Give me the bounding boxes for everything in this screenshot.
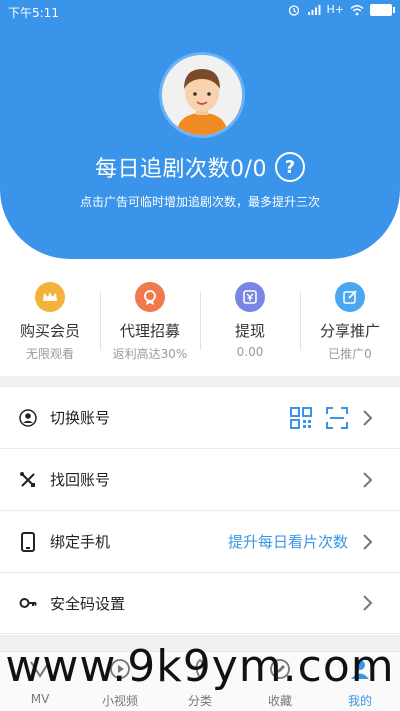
edit-icon: [335, 282, 365, 312]
profile-header: 每日追剧次数0/0 ? 点击广告可临时增加追剧次数，最多提升三次: [0, 24, 400, 259]
tools-icon: [18, 470, 38, 490]
status-icons: H+: [287, 3, 395, 16]
chevron-right-icon: [363, 533, 373, 550]
qr-code-icon[interactable]: [290, 406, 312, 429]
daily-count-subtitle: 点击广告可临时增加追剧次数，最多提升三次: [79, 195, 320, 209]
stat-buy-vip[interactable]: 购买会员 无限观看: [0, 280, 100, 376]
stat-agent-recruit[interactable]: 代理招募 返利高达30%: [100, 280, 200, 376]
stats-row: 购买会员 无限观看 代理招募 返利高达30% 提现 0.00 分享推广 已推广0: [0, 280, 400, 376]
signal-icon: [307, 4, 320, 15]
menu-bind-phone[interactable]: 绑定手机 提升每日看片次数: [0, 510, 400, 572]
stat-value: 已推广0: [328, 347, 372, 361]
stat-value: 返利高达30%: [112, 347, 188, 361]
crown-icon: [35, 282, 65, 312]
menu-label: 找回账号: [50, 471, 111, 489]
stat-withdraw[interactable]: 提现 0.00: [200, 280, 300, 376]
menu-switch-account[interactable]: 切换账号: [0, 386, 400, 448]
tab-label: 小视频: [101, 694, 138, 708]
stat-label: 分享推广: [319, 322, 380, 340]
tab-label: 我的: [347, 694, 372, 708]
stat-value: 无限观看: [25, 347, 74, 361]
menu-label: 安全码设置: [50, 594, 126, 613]
stat-share-promote[interactable]: 分享推广 已推广0: [300, 280, 400, 376]
chevron-right-icon: [363, 595, 373, 611]
chevron-right-icon: [363, 409, 373, 426]
alarm-icon: [288, 4, 299, 16]
tab-label: 收藏: [267, 694, 292, 708]
help-label: ?: [284, 156, 296, 178]
yen-icon: [235, 282, 265, 312]
battery-icon: [370, 3, 395, 16]
stat-label: 提现: [234, 322, 265, 340]
stat-value: 0.00: [236, 345, 264, 359]
status-time: 下午5:11: [8, 6, 59, 20]
phone-icon: [18, 531, 38, 552]
daily-count-row: 每日追剧次数0/0 ?: [0, 150, 400, 184]
status-bar: 下午5:11 H+: [0, 0, 400, 24]
key-icon: [18, 593, 38, 613]
profile-page: 下午5:11 H+ 每日追剧次数0/0 ? 点击广告可临时增加追剧次数，最多提升…: [0, 0, 400, 711]
bind-phone-hint: 提升每日看片次数: [227, 533, 348, 551]
stat-label: 代理招募: [119, 322, 180, 340]
user-circle-icon: [18, 408, 38, 428]
menu-security-code[interactable]: 安全码设置: [0, 572, 400, 634]
menu-label: 切换账号: [50, 409, 111, 427]
network-type: H+: [326, 3, 345, 16]
daily-count-title: 每日追剧次数0/0: [95, 157, 267, 182]
wifi-icon: [350, 4, 364, 15]
stat-label: 购买会员: [19, 322, 80, 340]
menu-label: 绑定手机: [50, 533, 111, 551]
help-button[interactable]: ?: [274, 152, 305, 182]
section-divider: [0, 376, 400, 386]
menu-recover-account[interactable]: 找回账号: [0, 448, 400, 510]
chevron-right-icon: [363, 471, 373, 488]
tab-label: 分类: [187, 694, 212, 708]
watermark-text: www.9k9ym.com: [5, 641, 395, 692]
avatar-illustration: [162, 55, 242, 135]
avatar[interactable]: [159, 52, 245, 138]
medal-icon: [135, 282, 165, 312]
scan-icon[interactable]: [326, 406, 348, 429]
tab-label: MV: [30, 692, 50, 706]
